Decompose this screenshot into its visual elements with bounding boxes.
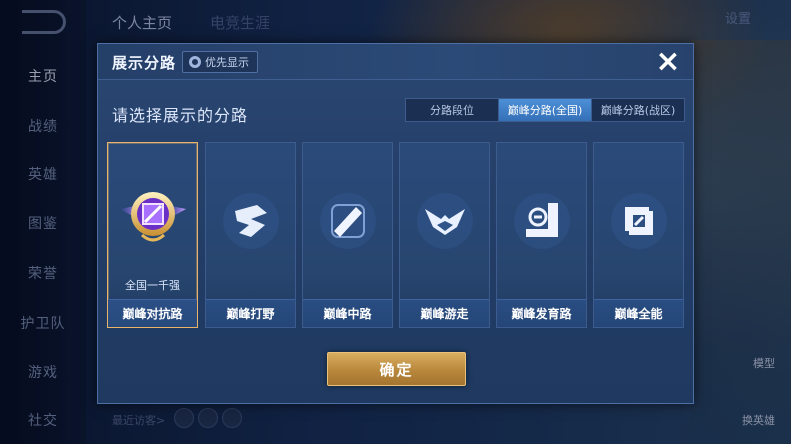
tab-peak-lane-national[interactable]: 巅峰分路(全国)	[499, 99, 592, 121]
lane-card-label: 巅峰中路	[303, 299, 392, 327]
tab-peak-lane-region[interactable]: 巅峰分路(战区)	[592, 99, 684, 121]
jungle-lane-icon	[222, 193, 279, 249]
priority-display-button[interactable]: 优先显示	[182, 51, 258, 73]
lane-card-mid[interactable]: 巅峰中路	[302, 142, 393, 328]
farm-lane-icon	[513, 193, 570, 249]
lane-display-modal: 展示分路 优先显示 × 请选择展示的分路 分路段位 巅峰分路(全国) 巅峰分路(…	[97, 43, 694, 404]
modal-title: 展示分路	[112, 54, 177, 72]
lane-card-top[interactable]: 全国一千强 巅峰对抗路	[107, 142, 198, 328]
roam-lane-icon	[416, 193, 473, 249]
modal-subtitle: 请选择展示的分路	[112, 106, 249, 125]
lane-type-segmented-control: 分路段位 巅峰分路(全国) 巅峰分路(战区)	[405, 98, 685, 122]
confirm-button[interactable]: 确定	[327, 352, 466, 386]
lane-card-roam[interactable]: 巅峰游走	[399, 142, 490, 328]
lane-card-label: 巅峰发育路	[497, 299, 586, 327]
lane-card-label: 巅峰对抗路	[108, 299, 197, 327]
gear-icon	[189, 56, 201, 68]
close-icon: ×	[655, 44, 681, 79]
lane-card-all-round[interactable]: 巅峰全能	[593, 142, 684, 328]
gold-rank-badge-icon	[119, 192, 186, 242]
rank-text: 全国一千强	[125, 279, 180, 292]
tab-lane-rank[interactable]: 分路段位	[406, 99, 499, 121]
all-round-lane-icon	[610, 193, 667, 249]
modal-header: 展示分路 优先显示 ×	[98, 44, 693, 80]
priority-display-label: 优先显示	[205, 56, 249, 69]
lane-card-label: 巅峰游走	[400, 299, 489, 327]
lane-card-jungle[interactable]: 巅峰打野	[205, 142, 296, 328]
close-button[interactable]: ×	[653, 47, 683, 77]
lane-card-label: 巅峰打野	[206, 299, 295, 327]
lane-card-farm[interactable]: 巅峰发育路	[496, 142, 587, 328]
mid-lane-icon	[319, 193, 376, 249]
lane-card-list: 全国一千强 巅峰对抗路 巅峰打野 巅峰中路 巅峰游走 巅峰发育路 巅峰全能	[107, 142, 687, 328]
lane-card-label: 巅峰全能	[594, 299, 683, 327]
